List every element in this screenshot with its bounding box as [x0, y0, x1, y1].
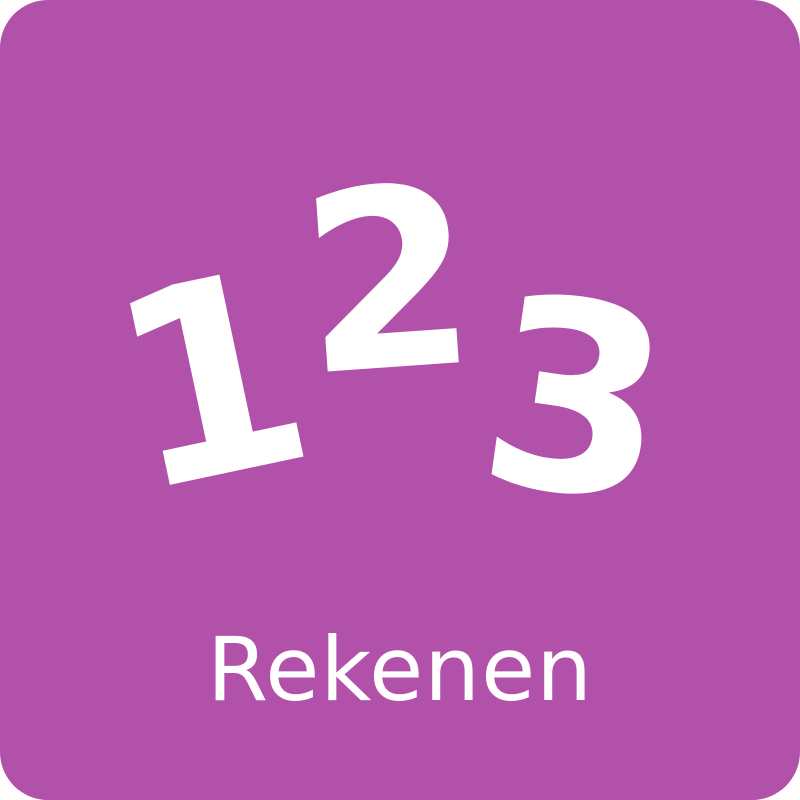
digit-one: 1 [87, 210, 335, 554]
digit-three: 3 [464, 236, 688, 565]
rekenen-tile[interactable]: 1 2 3 Rekenen [0, 0, 800, 800]
digit-two: 2 [292, 132, 485, 432]
tile-label: Rekenen [207, 618, 593, 721]
